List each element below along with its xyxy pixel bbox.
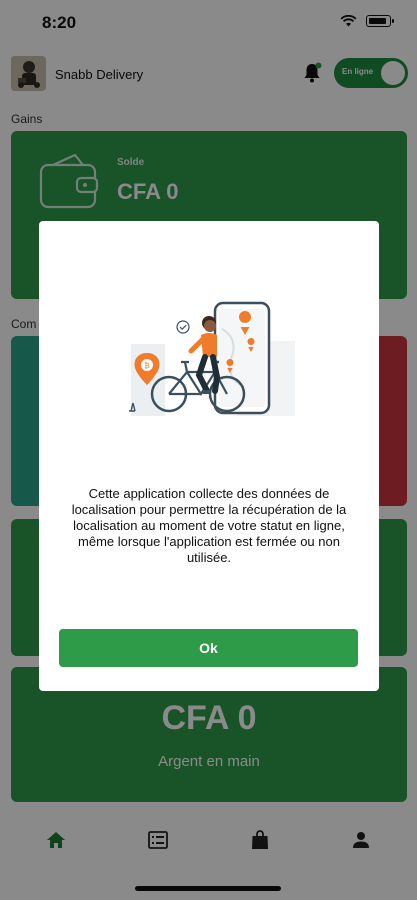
ok-button[interactable]: Ok	[59, 629, 358, 667]
dialog-message: Cette application collecte des données d…	[71, 486, 347, 565]
delivery-bike-illustration: ₿	[129, 301, 295, 416]
svg-text:₿: ₿	[144, 362, 149, 370]
location-permission-dialog: ₿ Cette application collecte des données…	[39, 221, 379, 691]
